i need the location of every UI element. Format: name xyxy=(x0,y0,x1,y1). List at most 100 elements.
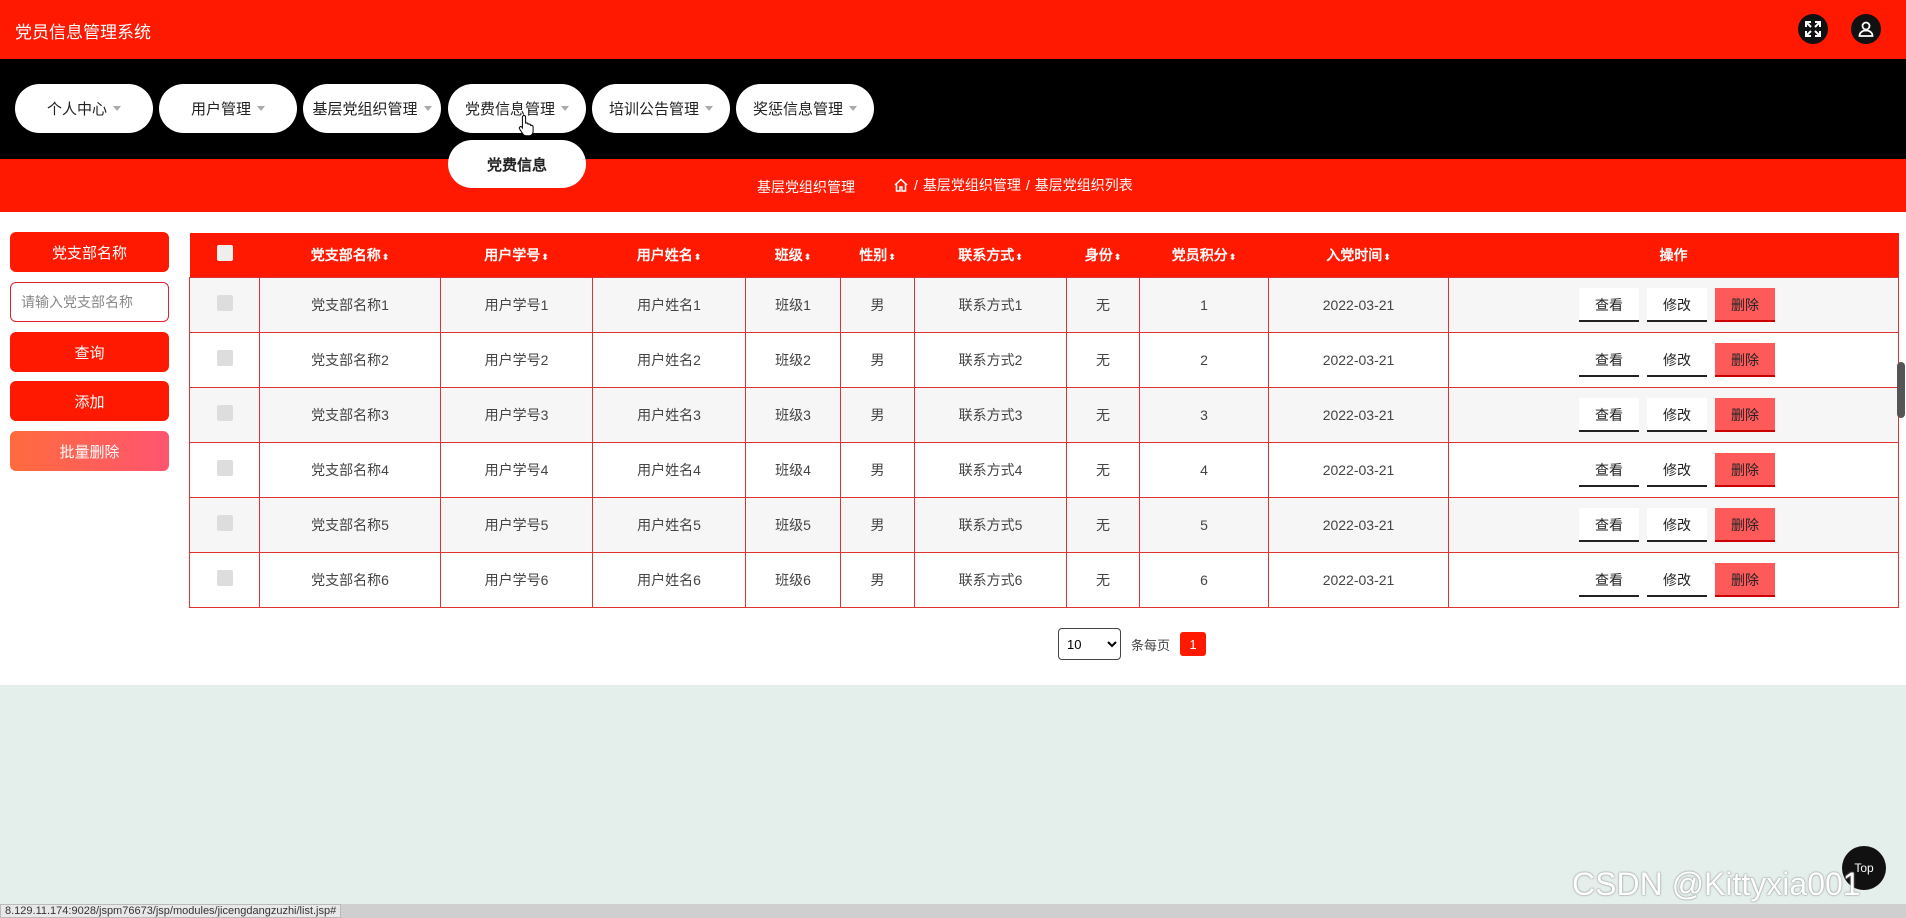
batch-delete-button[interactable]: 批量删除 xyxy=(10,431,169,471)
sort-icon[interactable]: ⬍ xyxy=(1114,252,1122,262)
edit-button[interactable]: 修改 xyxy=(1647,287,1707,322)
row-select-cell xyxy=(189,551,260,608)
col-header[interactable]: 党员积分⬍ xyxy=(1139,233,1269,277)
caret-down-icon xyxy=(705,106,713,111)
points-cell: 1 xyxy=(1139,276,1269,333)
points-cell: 3 xyxy=(1139,386,1269,443)
col-header[interactable]: 党支部名称⬍ xyxy=(259,233,441,277)
row-select-cell xyxy=(189,386,260,443)
col-header[interactable]: 班级⬍ xyxy=(745,233,841,277)
fullscreen-icon[interactable] xyxy=(1798,14,1828,44)
col-header[interactable]: 性别⬍ xyxy=(840,233,915,277)
class-cell: 班级2 xyxy=(745,331,841,388)
row-checkbox[interactable] xyxy=(216,405,233,421)
nav-reward-punishment[interactable]: 奖惩信息管理 xyxy=(736,84,874,133)
nav-personal-center[interactable]: 个人中心 xyxy=(15,84,153,133)
row-checkbox[interactable] xyxy=(216,515,233,531)
nav-user-management[interactable]: 用户管理 xyxy=(159,84,297,133)
view-button[interactable]: 查看 xyxy=(1579,452,1639,487)
sort-icon[interactable]: ⬍ xyxy=(694,252,702,262)
top-header: 党员信息管理系统 xyxy=(0,0,1906,59)
actions-cell: 查看 修改 删除 xyxy=(1448,386,1899,443)
edit-button[interactable]: 修改 xyxy=(1647,507,1707,542)
join-date-cell: 2022-03-21 xyxy=(1268,331,1449,388)
delete-button[interactable]: 删除 xyxy=(1715,452,1775,487)
select-all-checkbox[interactable] xyxy=(216,245,233,262)
view-button[interactable]: 查看 xyxy=(1579,287,1639,322)
select-all-header xyxy=(189,233,260,277)
sort-icon[interactable]: ⬍ xyxy=(804,252,812,262)
header-label: 党员积分 xyxy=(1171,246,1228,263)
app-title: 党员信息管理系统 xyxy=(15,23,151,42)
delete-button[interactable]: 删除 xyxy=(1715,397,1775,432)
view-button[interactable]: 查看 xyxy=(1579,342,1639,377)
user-icon[interactable] xyxy=(1851,14,1881,44)
col-header[interactable]: 用户姓名⬍ xyxy=(592,233,746,277)
edit-button[interactable]: 修改 xyxy=(1647,397,1707,432)
scrollbar-thumb[interactable] xyxy=(1897,362,1905,418)
sort-icon[interactable]: ⬍ xyxy=(1015,252,1023,262)
row-checkbox[interactable] xyxy=(216,460,233,476)
table-row: 党支部名称1 用户学号1 用户姓名1 班级1 男联系方式1 无 1 2022-03-21 查看修… xyxy=(189,276,1899,333)
edit-button[interactable]: 修改 xyxy=(1647,342,1707,377)
nav-label: 培训公告管理 xyxy=(608,101,699,118)
caret-down-icon xyxy=(561,106,569,111)
student-id-cell: 用户学号3 xyxy=(440,386,593,443)
page-size-select[interactable]: 10 xyxy=(1058,628,1121,660)
sort-icon[interactable]: ⬍ xyxy=(382,252,390,262)
nav-training-notice[interactable]: 培训公告管理 xyxy=(592,84,730,133)
breadcrumb-item-org[interactable]: 基层党组织管理 xyxy=(923,175,1021,195)
view-button[interactable]: 查看 xyxy=(1579,397,1639,432)
view-button[interactable]: 查看 xyxy=(1579,562,1639,597)
sort-icon[interactable]: ⬍ xyxy=(888,252,896,262)
col-header[interactable]: 入党时间⬍ xyxy=(1268,233,1449,277)
delete-button[interactable]: 删除 xyxy=(1715,287,1775,322)
row-checkbox[interactable] xyxy=(216,570,233,586)
delete-button[interactable]: 删除 xyxy=(1715,342,1775,377)
class-cell: 班级5 xyxy=(745,496,841,553)
header-label: 入党时间 xyxy=(1326,246,1383,263)
student-id-cell: 用户学号2 xyxy=(440,331,593,388)
dropdown-item-fee-info[interactable]: 党费信息 xyxy=(448,140,586,188)
row-checkbox[interactable] xyxy=(216,350,233,366)
points-cell: 4 xyxy=(1139,441,1269,498)
student-id-cell: 用户学号6 xyxy=(440,551,593,608)
breadcrumb-bar: 基层党组织管理 / 基层党组织管理 / 基层党组织列表 xyxy=(0,159,1906,212)
main-nav: 个人中心 用户管理 基层党组织管理 党费信息管理 培训公告管理 奖惩信息管理 xyxy=(0,59,1906,159)
points-cell: 2 xyxy=(1139,331,1269,388)
caret-down-icon xyxy=(113,106,121,111)
table-row: 党支部名称3 用户学号3 用户姓名3 班级3 男联系方式3 无 3 2022-03-21 查看修… xyxy=(189,386,1899,443)
table-row: 党支部名称5 用户学号5 用户姓名5 班级5 男联系方式5 无 5 2022-03-21 查看修… xyxy=(189,496,1899,553)
sort-icon[interactable]: ⬍ xyxy=(1229,252,1237,262)
view-button[interactable]: 查看 xyxy=(1579,507,1639,542)
student-id-cell: 用户学号5 xyxy=(440,496,593,553)
gender-cell: 男 xyxy=(840,331,915,388)
delete-button[interactable]: 删除 xyxy=(1715,507,1775,542)
actions-cell: 查看 修改 删除 xyxy=(1448,496,1899,553)
delete-button[interactable]: 删除 xyxy=(1715,562,1775,597)
col-header[interactable]: 用户学号⬍ xyxy=(440,233,593,277)
header-label: 用户姓名 xyxy=(636,246,693,263)
branch-name-input[interactable] xyxy=(10,282,169,322)
gender-cell: 男 xyxy=(840,276,915,333)
user-name-cell: 用户姓名4 xyxy=(592,441,746,498)
row-checkbox[interactable] xyxy=(216,295,233,311)
add-button[interactable]: 添加 xyxy=(10,381,169,421)
edit-button[interactable]: 修改 xyxy=(1647,562,1707,597)
breadcrumb-item-list: 基层党组织列表 xyxy=(1034,177,1133,193)
sort-icon[interactable]: ⬍ xyxy=(1383,252,1391,262)
col-header[interactable]: 联系方式⬍ xyxy=(914,233,1067,277)
search-button[interactable]: 查询 xyxy=(10,332,169,372)
col-header[interactable]: 身份⬍ xyxy=(1066,233,1140,277)
page-number-current[interactable]: 1 xyxy=(1180,632,1207,656)
edit-button[interactable]: 修改 xyxy=(1647,452,1707,487)
nav-org-management[interactable]: 基层党组织管理 xyxy=(303,84,441,133)
nav-label: 用户管理 xyxy=(190,101,251,118)
sort-icon[interactable]: ⬍ xyxy=(541,252,549,262)
nav-fee-management[interactable]: 党费信息管理 xyxy=(448,84,586,133)
contact-cell: 联系方式2 xyxy=(914,331,1067,388)
home-icon[interactable] xyxy=(893,177,909,193)
user-name-cell: 用户姓名3 xyxy=(592,386,746,443)
gender-cell: 男 xyxy=(840,386,915,443)
branch-name-cell: 党支部名称6 xyxy=(259,551,441,608)
